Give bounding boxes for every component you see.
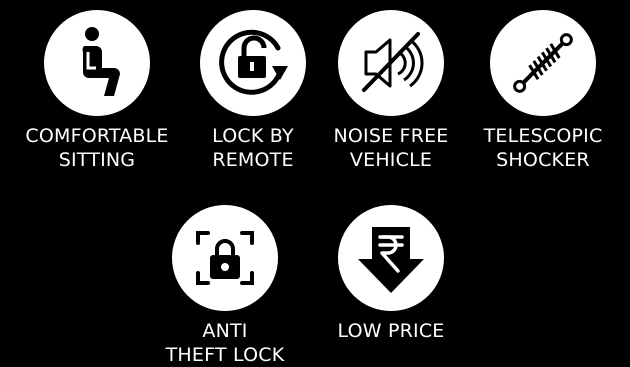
feature-label-line1: ANTI (202, 320, 248, 342)
icon-circle (172, 205, 278, 311)
feature-label-line1: LOW PRICE (337, 320, 445, 342)
feature-label-line1: COMFORTABLE (25, 125, 169, 147)
icon-circle (200, 10, 306, 116)
icon-circle (44, 10, 150, 116)
feature-label-line2: THEFT LOCK (165, 344, 285, 366)
shock-absorber-icon (513, 33, 573, 93)
icon-circle (338, 205, 444, 311)
padlock-scan-icon (196, 231, 254, 285)
rupee-down-arrow-icon (358, 227, 424, 293)
person-sitting-icon (82, 27, 120, 96)
feature-label-line1: TELESCOPIC (483, 125, 603, 147)
remote-unlock-icon (219, 29, 288, 95)
feature-label-line2: SITTING (58, 149, 136, 171)
feature-label-line2: SHOCKER (496, 149, 590, 171)
speaker-muted-icon (362, 32, 424, 92)
icon-circle (490, 10, 596, 116)
icon-circle (338, 10, 444, 116)
